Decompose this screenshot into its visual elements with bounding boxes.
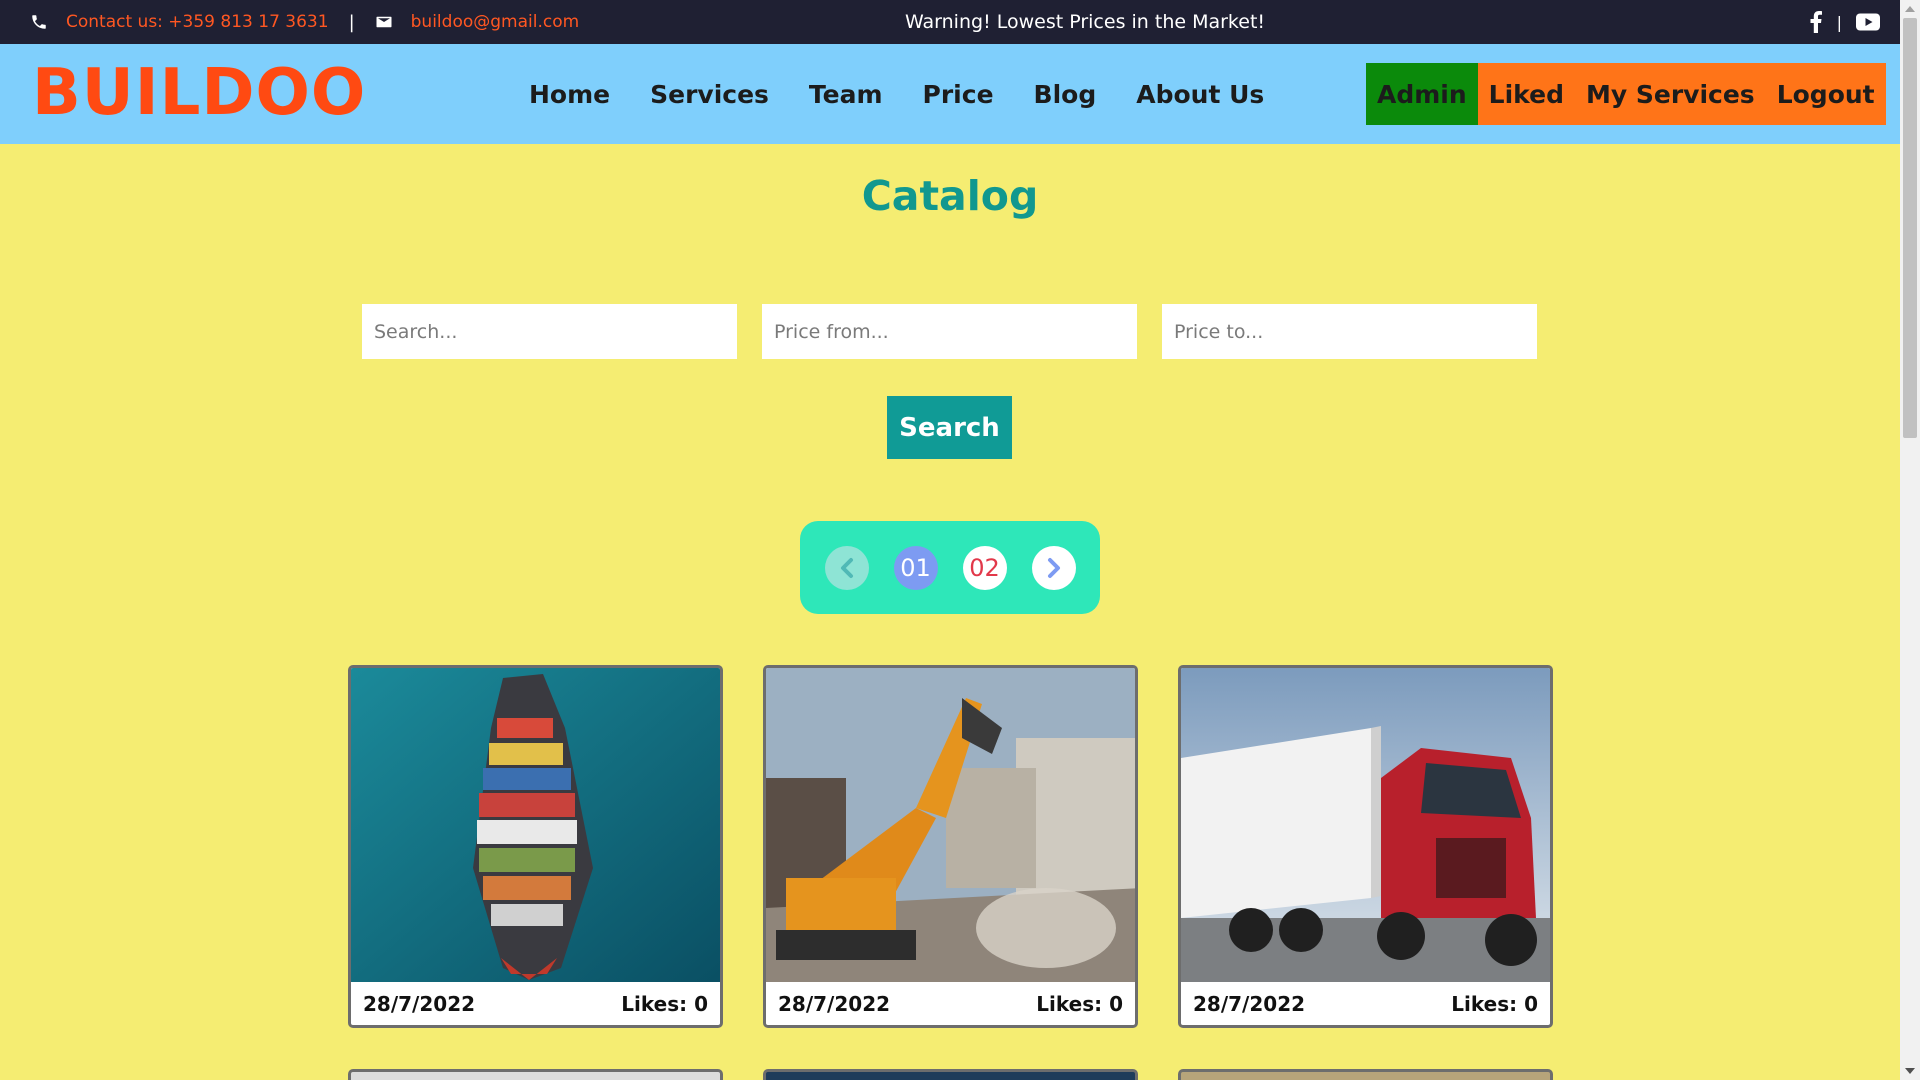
catalog-grid: 28/7/2022 Likes: 0 28/7/2022 Likes: 0 28… — [348, 665, 1553, 1028]
youtube-icon[interactable] — [1856, 13, 1880, 31]
prev-page-button[interactable] — [824, 545, 869, 590]
social-links: | — [1809, 0, 1880, 44]
social-separator: | — [1836, 12, 1842, 32]
nav-about-us[interactable]: About Us — [1136, 80, 1264, 109]
admin-link[interactable]: Admin — [1366, 63, 1478, 125]
price-to-input[interactable] — [1162, 304, 1537, 359]
card-meta: 28/7/2022 Likes: 0 — [351, 982, 720, 1025]
catalog-card[interactable] — [348, 1069, 723, 1080]
chevron-left-icon — [840, 557, 853, 578]
site-logo[interactable]: BUILDOO — [32, 56, 366, 130]
card-meta: 28/7/2022 Likes: 0 — [1181, 982, 1550, 1025]
nav-services[interactable]: Services — [650, 80, 769, 109]
nav-home[interactable]: Home — [529, 80, 610, 109]
price-from-input[interactable] — [762, 304, 1137, 359]
logout-link[interactable]: Logout — [1765, 63, 1886, 125]
page-button-01[interactable]: 01 — [893, 545, 938, 590]
excavator-demolition-image[interactable] — [766, 668, 1135, 982]
catalog-card[interactable] — [1178, 1069, 1553, 1080]
card-date: 28/7/2022 — [778, 991, 891, 1016]
search-filters — [362, 304, 1537, 359]
card-likes: Likes: 0 — [621, 991, 708, 1016]
my-services-link[interactable]: My Services — [1574, 63, 1766, 125]
nav-team[interactable]: Team — [809, 80, 883, 109]
red-semi-truck-image[interactable] — [1181, 668, 1550, 982]
page-scrollbar[interactable] — [1900, 0, 1920, 1080]
catalog-grid-next-row — [348, 1069, 1553, 1080]
catalog-card[interactable]: 28/7/2022 Likes: 0 — [763, 665, 1138, 1028]
scroll-down-arrow[interactable] — [1905, 1068, 1915, 1074]
card-likes: Likes: 0 — [1036, 991, 1123, 1016]
container-ship-image[interactable] — [351, 668, 720, 982]
card-date: 28/7/2022 — [363, 991, 476, 1016]
search-button[interactable]: Search — [887, 396, 1012, 459]
nav-price[interactable]: Price — [923, 80, 994, 109]
search-input[interactable] — [362, 304, 737, 359]
warning-message: Warning! Lowest Prices in the Market! — [904, 11, 1266, 33]
user-links: Admin Liked My Services Logout — [1366, 63, 1886, 125]
pagination: 01 02 — [800, 521, 1100, 614]
next-page-button[interactable] — [1031, 545, 1076, 590]
scroll-up-arrow[interactable] — [1905, 6, 1915, 12]
main-nav: Home Services Team Price Blog About Us — [529, 44, 1264, 144]
card-meta: 28/7/2022 Likes: 0 — [766, 982, 1135, 1025]
page-button-02[interactable]: 02 — [962, 545, 1007, 590]
chevron-right-icon — [1047, 557, 1060, 578]
catalog-card[interactable] — [763, 1069, 1138, 1080]
catalog-card[interactable]: 28/7/2022 Likes: 0 — [348, 665, 723, 1028]
card-likes: Likes: 0 — [1451, 991, 1538, 1016]
facebook-icon[interactable] — [1809, 11, 1823, 33]
page-title: Catalog — [861, 172, 1039, 220]
nav-blog[interactable]: Blog — [1034, 80, 1097, 109]
card-date: 28/7/2022 — [1193, 991, 1306, 1016]
catalog-card[interactable]: 28/7/2022 Likes: 0 — [1178, 665, 1553, 1028]
top-bar: Contact us: +359 813 17 3631 | buildoo@g… — [0, 0, 1900, 44]
liked-link[interactable]: Liked — [1477, 63, 1575, 125]
scroll-thumb[interactable] — [1903, 18, 1917, 438]
main-header: BUILDOO Home Services Team Price Blog Ab… — [0, 44, 1900, 144]
